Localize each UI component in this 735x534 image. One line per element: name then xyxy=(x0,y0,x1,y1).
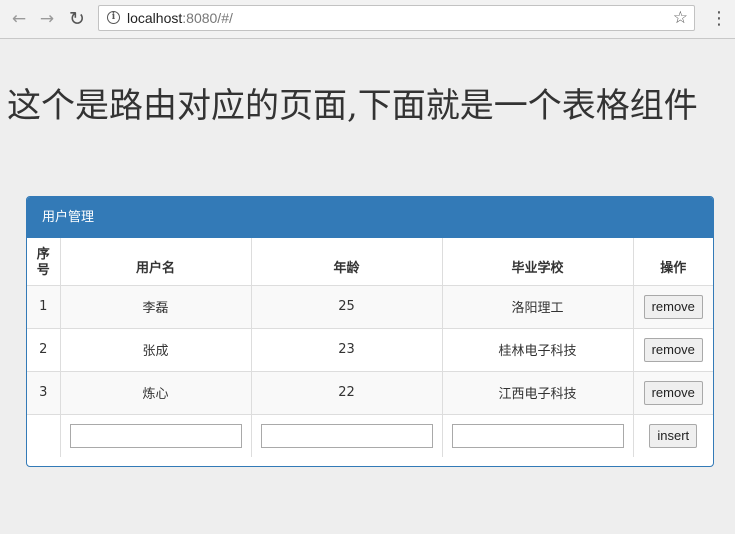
cell-username: 张成 xyxy=(60,328,252,372)
bookmark-star-icon[interactable]: ☆ xyxy=(673,8,688,28)
cell-age: 23 xyxy=(251,328,443,372)
cell-age: 25 xyxy=(251,285,443,329)
url-text[interactable]: localhost:8080/#/ xyxy=(127,10,233,26)
address-bar[interactable]: i localhost:8080/#/ ☆ xyxy=(98,5,695,31)
cell-insert: insert xyxy=(633,414,713,457)
cell-index: 1 xyxy=(27,285,61,329)
cell-username: 李磊 xyxy=(60,285,252,329)
browser-toolbar: ← → ↻ i localhost:8080/#/ ☆ ⋮ xyxy=(0,0,735,39)
cell-username-input xyxy=(60,414,252,457)
cell-school: 洛阳理工 xyxy=(442,285,634,329)
table-row: 3 炼心 22 江西电子科技 remove xyxy=(27,371,713,415)
remove-button[interactable]: remove xyxy=(643,380,703,405)
school-input[interactable] xyxy=(451,423,624,448)
panel-heading: 用户管理 xyxy=(27,197,713,238)
cell-school: 江西电子科技 xyxy=(442,371,634,415)
info-icon[interactable]: i xyxy=(107,11,120,24)
age-input[interactable] xyxy=(260,423,433,448)
column-header-age: 年龄 xyxy=(251,238,443,286)
page-title: 这个是路由对应的页面,下面就是一个表格组件 xyxy=(7,86,698,126)
cell-username: 炼心 xyxy=(60,371,252,415)
menu-dots-icon[interactable]: ⋮ xyxy=(710,9,728,29)
cell-index: 2 xyxy=(27,328,61,372)
cell-action: remove xyxy=(633,328,713,372)
cell-age: 22 xyxy=(251,371,443,415)
cell-action: remove xyxy=(633,371,713,415)
remove-button[interactable]: remove xyxy=(643,337,703,362)
cell-index-empty xyxy=(27,414,61,457)
table-header-row: 序号 用户名 年龄 毕业学校 操作 xyxy=(27,238,713,286)
cell-age-input xyxy=(251,414,443,457)
forward-arrow-icon[interactable]: → xyxy=(36,8,58,30)
column-header-school: 毕业学校 xyxy=(442,238,634,286)
column-header-index-label: 序号 xyxy=(36,247,50,278)
cell-school-input xyxy=(442,414,634,457)
insert-button[interactable]: insert xyxy=(649,423,698,448)
cell-index: 3 xyxy=(27,371,61,415)
table-row: 2 张成 23 桂林电子科技 remove xyxy=(27,328,713,372)
url-path: :8080/#/ xyxy=(182,10,233,26)
reload-icon[interactable]: ↻ xyxy=(66,8,88,30)
cell-school: 桂林电子科技 xyxy=(442,328,634,372)
user-table: 序号 用户名 年龄 毕业学校 操作 1 李磊 25 洛阳理工 remove 2 … xyxy=(27,238,713,457)
back-arrow-icon[interactable]: ← xyxy=(8,8,30,30)
new-user-input-row: insert xyxy=(27,414,713,457)
username-input[interactable] xyxy=(69,423,242,448)
column-header-index: 序号 xyxy=(27,238,61,286)
column-header-username: 用户名 xyxy=(60,238,252,286)
column-header-action: 操作 xyxy=(633,238,713,286)
table-row: 1 李磊 25 洛阳理工 remove xyxy=(27,285,713,329)
remove-button[interactable]: remove xyxy=(643,294,703,319)
cell-action: remove xyxy=(633,285,713,329)
url-host: localhost xyxy=(127,10,183,26)
user-management-panel: 用户管理 序号 用户名 年龄 毕业学校 操作 1 李磊 25 洛阳理工 remo… xyxy=(26,196,714,467)
